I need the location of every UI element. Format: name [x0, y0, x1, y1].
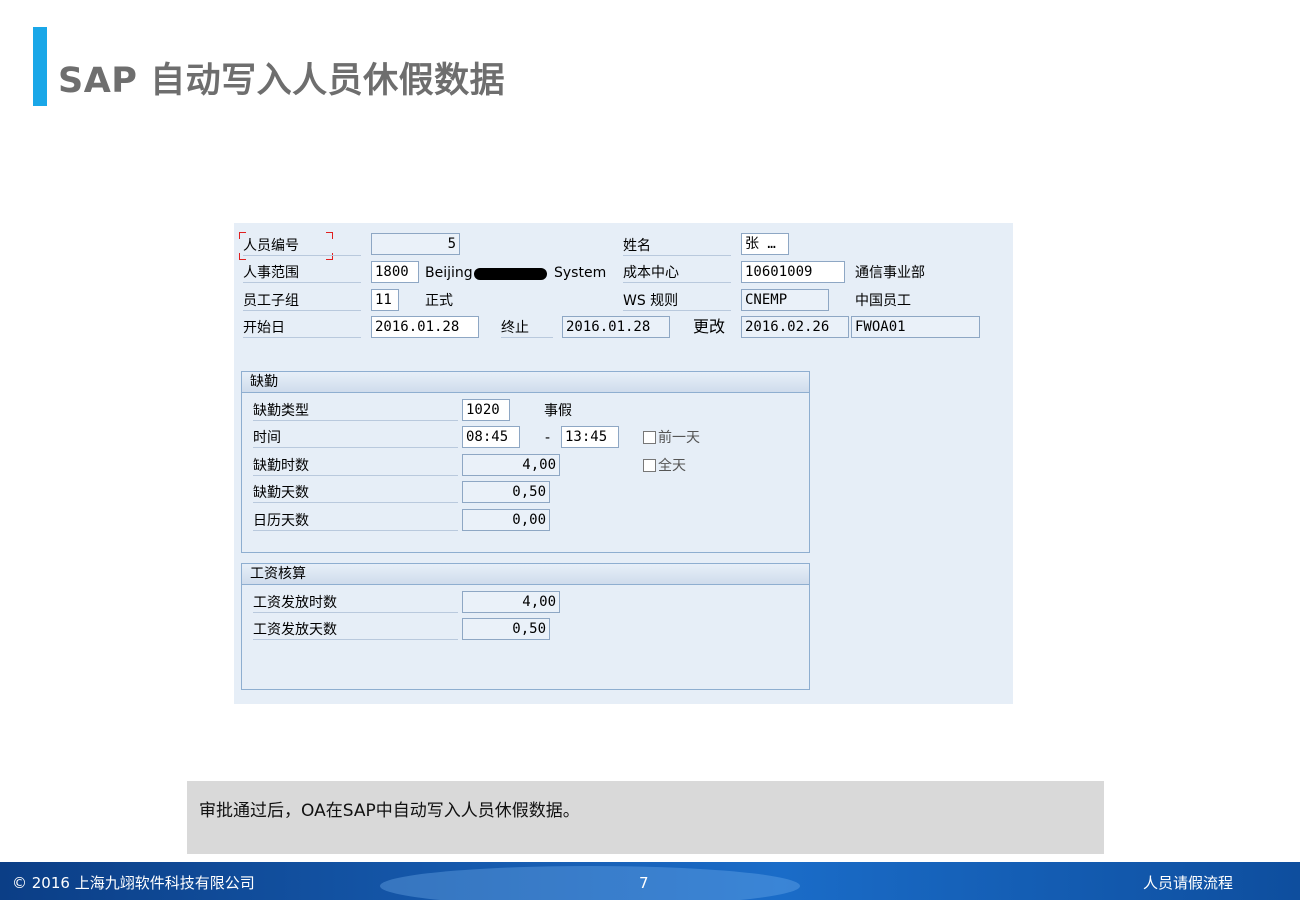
payroll-hours-field[interactable]: 4,00	[462, 591, 560, 613]
calendar-days-field[interactable]: 0,00	[462, 509, 550, 531]
changed-date-field[interactable]: 2016.02.26	[741, 316, 849, 338]
absence-hours-field[interactable]: 4,00	[462, 454, 560, 476]
personnel-area-text: Beijing	[425, 265, 473, 281]
start-date-label: 开始日	[243, 318, 361, 338]
footer-copyright: © 2016 上海九翊软件科技有限公司	[12, 874, 255, 892]
previous-day-checkbox-box[interactable]	[643, 431, 656, 444]
name-label: 姓名	[623, 236, 731, 256]
end-date-field[interactable]: 2016.01.28	[562, 316, 670, 338]
redaction-mark	[474, 268, 547, 280]
full-day-label: 全天	[658, 458, 686, 474]
cost-center-field[interactable]: 10601009	[741, 261, 845, 283]
full-day-checkbox[interactable]: 全天	[643, 456, 686, 476]
footer-section-title: 人员请假流程	[1143, 874, 1234, 892]
personnel-area-text-2: System	[554, 265, 607, 281]
time-from-field[interactable]: 08:45	[462, 426, 520, 448]
time-label: 时间	[253, 428, 458, 448]
previous-day-checkbox[interactable]: 前一天	[643, 428, 700, 448]
footer-bar: © 2016 上海九翊软件科技有限公司 7 人员请假流程	[0, 862, 1300, 900]
absence-type-field[interactable]: 1020	[462, 399, 510, 421]
employee-subgroup-field[interactable]: 11	[371, 289, 399, 311]
payroll-days-field[interactable]: 0,50	[462, 618, 550, 640]
absence-group-title: 缺勤	[242, 372, 809, 393]
absence-days-label: 缺勤天数	[253, 483, 458, 503]
sap-screenshot: 人员编号 5 姓名 张 … 人事范围 1800 Beijing System 成…	[234, 223, 1013, 704]
full-day-checkbox-box[interactable]	[643, 459, 656, 472]
footer-swoosh	[380, 866, 800, 900]
personnel-no-field[interactable]: 5	[371, 233, 460, 255]
changed-label: 更改	[693, 317, 726, 336]
absence-days-field[interactable]: 0,50	[462, 481, 550, 503]
calendar-days-label: 日历天数	[253, 511, 458, 531]
slide-title: SAP 自动写入人员休假数据	[58, 61, 506, 101]
cost-center-text: 通信事业部	[855, 265, 925, 281]
changed-by-field[interactable]: FWOA01	[851, 316, 980, 338]
time-to-field[interactable]: 13:45	[561, 426, 619, 448]
personnel-area-field[interactable]: 1800	[371, 261, 419, 283]
absence-type-text: 事假	[544, 403, 572, 419]
ws-rule-label: WS 规则	[623, 291, 731, 311]
employee-subgroup-label: 员工子组	[243, 291, 361, 311]
personnel-area-label: 人事范围	[243, 263, 361, 283]
previous-day-label: 前一天	[658, 430, 700, 446]
employee-subgroup-text: 正式	[425, 293, 453, 309]
cost-center-label: 成本中心	[623, 263, 731, 283]
start-date-field[interactable]: 2016.01.28	[371, 316, 479, 338]
caption-note: 审批通过后，OA在SAP中自动写入人员休假数据。	[187, 781, 1104, 854]
ws-rule-text: 中国员工	[855, 293, 911, 309]
end-date-label: 终止	[501, 318, 553, 338]
payroll-hours-label: 工资发放时数	[253, 593, 458, 613]
name-field[interactable]: 张 …	[741, 233, 789, 255]
ws-rule-field[interactable]: CNEMP	[741, 289, 829, 311]
page-number: 7	[639, 874, 649, 892]
absence-type-label: 缺勤类型	[253, 401, 458, 421]
payroll-days-label: 工资发放天数	[253, 620, 458, 640]
title-accent-bar	[33, 27, 47, 106]
time-dash: -	[545, 430, 551, 446]
payroll-group-title: 工资核算	[242, 564, 809, 585]
personnel-no-label: 人员编号	[243, 236, 361, 256]
absence-hours-label: 缺勤时数	[253, 456, 458, 476]
